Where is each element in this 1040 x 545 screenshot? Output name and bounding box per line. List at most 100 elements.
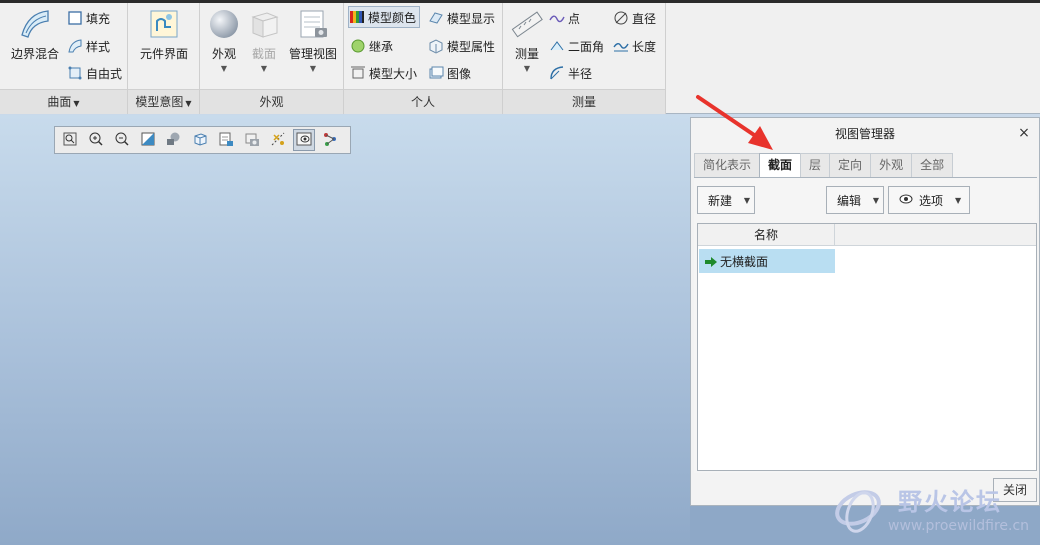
view-manager-dialog: 视图管理器 × 简化表示 截面 层 定向 外观 全部 新建 ▼ 编辑 ▼ 选项 … [690,117,1040,506]
eye-icon [296,131,312,150]
inherit-button[interactable]: 继承 [350,35,393,57]
dialog-title: 视图管理器 [834,127,895,141]
view-manager-icon [218,131,234,150]
datum-display-button[interactable] [267,129,289,151]
model-color-button[interactable]: 模型颜色 [348,6,421,28]
view-manager-button[interactable] [215,129,237,151]
image-label: 图像 [447,66,472,81]
color-bars-icon [349,9,365,25]
edit-button[interactable]: 编辑 ▼ [826,186,884,214]
fill-label: 填充 [86,11,111,26]
boundary-blend-label: 边界混合 [10,47,59,61]
options-button[interactable]: 选项 ▼ [888,186,970,214]
boundary-blend-icon [18,7,52,41]
model-color-label: 模型颜色 [368,10,417,25]
zoom-in-icon [88,131,104,150]
section-button[interactable]: 截面 ▼ [244,7,284,73]
chevron-down-icon: ▼ [954,195,962,205]
repaint-button[interactable] [137,129,159,151]
options-button-label: 选项 [919,193,944,208]
zoom-out-button[interactable] [111,129,133,151]
chevron-down-icon: ▼ [309,64,317,73]
model-display-label: 模型显示 [447,11,496,26]
active-arrow-icon [705,256,717,267]
saved-orientations-button[interactable] [189,129,211,151]
style-icon [67,38,83,54]
tab-sections[interactable]: 截面 [759,153,802,178]
perspective-view-button[interactable] [241,129,263,151]
freestyle-button[interactable]: 自由式 [67,62,122,84]
zoom-in-button[interactable] [85,129,107,151]
appearance-button[interactable]: 外观 ▼ [204,7,244,73]
sections-tab-pane: 新建 ▼ 编辑 ▼ 选项 ▼ 名称 无横截面 [694,177,1037,473]
edit-button-label: 编辑 [837,193,862,208]
fill-button[interactable]: 填充 [67,7,110,29]
boundary-blend-button[interactable]: 边界混合 [6,7,64,62]
manage-views-label: 管理视图 [288,47,337,61]
length-label: 长度 [632,39,657,54]
chevron-down-icon: ▼ [872,195,880,205]
sections-table: 名称 无横截面 [697,223,1037,471]
watermark-url: www.proewildfire.cn [888,518,1030,534]
table-row[interactable]: 无横截面 [699,249,835,273]
chevron-down-icon: ▼ [743,195,751,205]
ribbon-group-model-intent: 元件界面 模型意图 ▼ [128,3,200,114]
tab-simplified-rep[interactable]: 简化表示 [694,153,761,178]
view-manager-tabs: 简化表示 截面 层 定向 外观 全部 [694,153,954,178]
ruler-icon [510,7,544,41]
tab-layers[interactable]: 层 [800,153,831,178]
graphics-window[interactable] [0,115,690,545]
radius-button[interactable]: 半径 [549,62,592,84]
repaint-icon [140,131,156,150]
freestyle-icon [67,65,83,81]
model-size-button[interactable]: 模型大小 [350,62,417,84]
options-button-content: 选项 [889,192,951,209]
chevron-down-icon: ▼ [523,64,531,73]
datum-display-icon [270,131,286,150]
refit-button[interactable] [59,129,81,151]
graphics-toolbar [54,126,351,154]
group-label-model-intent[interactable]: 模型意图 ▼ [128,93,199,110]
tab-all[interactable]: 全部 [911,153,954,178]
fill-icon [67,10,83,26]
new-button-label: 新建 [708,193,733,208]
model-display-button[interactable]: 模型显示 [428,7,495,29]
display-style-button[interactable] [163,129,185,151]
image-icon [428,65,444,81]
chevron-down-icon: ▼ [260,64,268,73]
tab-orient[interactable]: 定向 [829,153,872,178]
group-label-surface[interactable]: 曲面 ▼ [0,93,127,110]
diameter-button[interactable]: 直径 [613,7,656,29]
chevron-down-icon: ▼ [73,99,80,108]
manage-views-button[interactable]: 管理视图 ▼ [286,7,340,73]
column-header-name[interactable]: 名称 [698,224,835,246]
close-icon[interactable]: × [1017,126,1031,140]
freestyle-label: 自由式 [86,66,123,81]
inherit-icon [350,38,366,54]
zoom-out-icon [114,131,130,150]
length-button[interactable]: 长度 [613,35,656,57]
point-button[interactable]: 点 [549,7,580,29]
component-interface-button[interactable]: 元件界面 [136,7,192,62]
section-cube-icon [247,7,281,41]
inherit-label: 继承 [369,39,394,54]
model-properties-button[interactable]: 模型属性 [428,35,495,57]
new-button[interactable]: 新建 ▼ [697,186,755,214]
spin-center-icon [322,131,338,150]
model-size-label: 模型大小 [369,66,418,81]
measure-button[interactable]: 测量 ▼ [507,7,547,73]
component-interface-icon [147,7,181,41]
style-button[interactable]: 样式 [67,35,110,57]
radius-label: 半径 [568,66,593,81]
sphere-icon [207,7,241,41]
annotation-display-button[interactable] [293,129,315,151]
tab-appearance[interactable]: 外观 [870,153,913,178]
refit-icon [62,131,78,150]
spin-center-button[interactable] [319,129,341,151]
radius-icon [549,65,565,81]
diameter-label: 直径 [632,11,657,26]
cube-icon [192,131,208,150]
ribbon: 边界混合 填充 样式 自由式 曲面 ▼ 元件界面 模型意图 ▼ 外观 ▼ 截面 … [0,3,1040,114]
image-button[interactable]: 图像 [428,62,471,84]
dihedral-button[interactable]: 二面角 [549,35,604,57]
